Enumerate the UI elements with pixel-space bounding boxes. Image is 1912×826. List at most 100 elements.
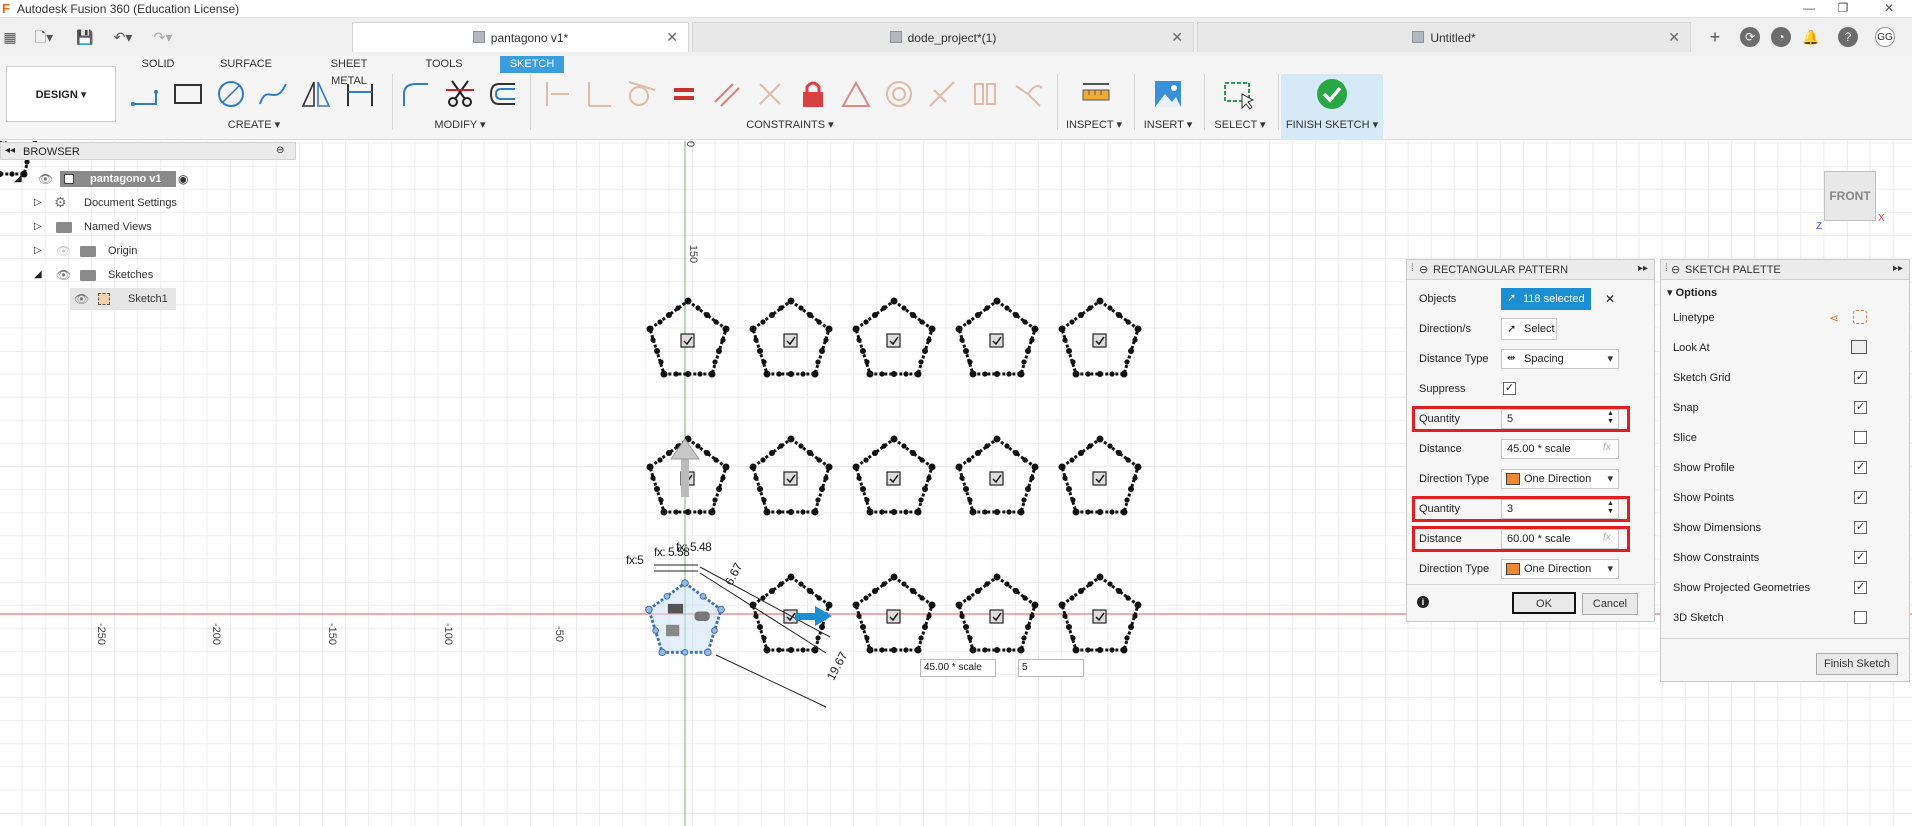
- show-projected-geometries-checkbox[interactable]: ✓: [1854, 581, 1867, 594]
- parallel-icon[interactable]: [711, 78, 743, 110]
- select-group-label[interactable]: SELECT ▾: [1210, 118, 1270, 131]
- quantity2-stepper[interactable]: ▲ ▼: [1607, 500, 1614, 516]
- expanded-triangle-icon[interactable]: ◢: [34, 269, 42, 280]
- midpoint-icon[interactable]: [840, 78, 872, 110]
- visibility-eye-icon[interactable]: 👁: [38, 172, 53, 186]
- tangent-icon[interactable]: [625, 78, 657, 110]
- coincident-constraint-icon[interactable]: [541, 78, 573, 110]
- dialog-header[interactable]: ⁞ ⊖ RECTANGULAR PATTERN ▸▸: [1407, 260, 1654, 280]
- help-icon[interactable]: ?: [1838, 27, 1858, 47]
- measure-ruler-icon[interactable]: [1080, 78, 1112, 110]
- doc-tab-1[interactable]: dode_project*(1) ✕: [692, 22, 1194, 52]
- extensions-icon[interactable]: ⟳: [1740, 27, 1760, 47]
- curvature-icon[interactable]: [1012, 78, 1044, 110]
- design-workspace-button[interactable]: DESIGN ▾: [6, 66, 116, 122]
- collapsed-triangle-icon[interactable]: ▷: [34, 245, 42, 256]
- close-window-button[interactable]: ✕: [1866, 0, 1912, 18]
- tab-surface[interactable]: SURFACE: [218, 56, 274, 73]
- inspect-group-label[interactable]: INSPECT ▾: [1064, 118, 1124, 131]
- close-tab-icon[interactable]: ✕: [1171, 29, 1183, 46]
- browser-item[interactable]: ◢ 👁 Sketches: [0, 264, 296, 286]
- modify-group-label[interactable]: MODIFY ▾: [430, 118, 490, 131]
- distance-type-dropdown[interactable]: Spacing: [1501, 349, 1619, 369]
- expand-icon[interactable]: ▸▸: [1893, 263, 1903, 274]
- visibility-eye-icon[interactable]: 👁: [74, 292, 89, 306]
- distance2-input[interactable]: 60.00 * scale: [1501, 529, 1619, 549]
- redo-icon[interactable]: ↷▾: [148, 28, 178, 46]
- inline-quantity-input[interactable]: 5: [1018, 659, 1084, 677]
- doc-tab-2[interactable]: Untitled* ✕: [1197, 22, 1691, 52]
- suppress-checkbox[interactable]: ✓: [1503, 382, 1516, 395]
- file-menu-icon[interactable]: 🗋▾: [30, 28, 58, 46]
- user-avatar[interactable]: GG: [1875, 27, 1895, 47]
- info-icon[interactable]: i: [1417, 596, 1429, 608]
- browser-root-item[interactable]: ◢ 👁 pantagono v1 ◉: [0, 168, 296, 190]
- activate-radio-icon[interactable]: ◉: [178, 172, 188, 186]
- fillet-icon[interactable]: [400, 78, 432, 110]
- tab-sheet-metal[interactable]: SHEET METAL: [312, 56, 386, 87]
- notifications-bell-icon[interactable]: 🔔: [1802, 28, 1820, 46]
- show-points-checkbox[interactable]: ✓: [1854, 491, 1867, 504]
- options-section-header[interactable]: ▾ Options: [1667, 286, 1717, 299]
- tab-tools[interactable]: TOOLS: [424, 56, 464, 73]
- expanded-triangle-icon[interactable]: ◢: [14, 173, 22, 184]
- circle-icon[interactable]: [215, 78, 247, 110]
- job-status-icon[interactable]: ◔: [1771, 27, 1791, 47]
- tab-solid[interactable]: SOLID: [140, 56, 176, 73]
- collapse-icon[interactable]: ⊖: [1419, 263, 1428, 276]
- inline-distance-input[interactable]: 45.00 * scale: [920, 659, 996, 677]
- insert-group-label[interactable]: INSERT ▾: [1140, 118, 1196, 131]
- maximize-button[interactable]: ❐: [1820, 0, 1866, 18]
- browser-item-sketch1[interactable]: 👁 Sketch1: [70, 288, 176, 310]
- ok-button[interactable]: OK: [1512, 592, 1576, 614]
- collapsed-triangle-icon[interactable]: ▷: [34, 197, 42, 208]
- select-window-icon[interactable]: [1222, 78, 1254, 110]
- new-tab-plus-icon[interactable]: +: [1706, 28, 1724, 46]
- concentric-icon[interactable]: [883, 78, 915, 110]
- browser-item[interactable]: ▷ 👁 Origin: [0, 240, 296, 262]
- symmetry-icon[interactable]: [926, 78, 958, 110]
- visibility-eye-icon[interactable]: 👁: [56, 268, 71, 282]
- distance1-input[interactable]: 45.00 * scale: [1501, 439, 1619, 459]
- show-constraints-checkbox[interactable]: ✓: [1854, 551, 1867, 564]
- 3d-sketch-checkbox[interactable]: [1854, 611, 1867, 624]
- app-grid-icon[interactable]: ▦: [2, 28, 18, 46]
- horizontal-vertical-icon[interactable]: [969, 78, 1001, 110]
- undo-icon[interactable]: ↶▾: [108, 28, 138, 46]
- mirror-icon[interactable]: [300, 78, 332, 110]
- collinear-icon[interactable]: [754, 78, 786, 110]
- centerline-linetype-icon[interactable]: [1853, 310, 1867, 324]
- finish-sketch-check-icon[interactable]: [1316, 78, 1348, 110]
- slice-checkbox[interactable]: [1854, 431, 1867, 444]
- equal-icon[interactable]: [668, 78, 700, 110]
- spline-icon[interactable]: [257, 78, 289, 110]
- trim-icon[interactable]: [444, 78, 476, 110]
- browser-item[interactable]: ▷ Named Views: [0, 216, 296, 238]
- clear-selection-icon[interactable]: ✕: [1605, 292, 1615, 306]
- line-icon[interactable]: [130, 78, 162, 110]
- viewcube[interactable]: FRONT: [1824, 171, 1876, 221]
- drag-handle-icon[interactable]: ⁞: [1411, 263, 1414, 274]
- collapsed-triangle-icon[interactable]: ▷: [34, 221, 42, 232]
- dimension-icon[interactable]: [344, 78, 376, 110]
- fx-icon[interactable]: fx: [1603, 532, 1611, 543]
- insert-image-icon[interactable]: [1152, 78, 1184, 110]
- finish-sketch-button[interactable]: Finish Sketch: [1816, 653, 1898, 675]
- finish-sketch-group-label[interactable]: FINISH SKETCH ▾: [1284, 118, 1380, 131]
- save-icon[interactable]: 💾: [76, 28, 94, 46]
- offset-icon[interactable]: [487, 78, 519, 110]
- constraints-group-label[interactable]: CONSTRAINTS ▾: [740, 118, 840, 131]
- snap-checkbox[interactable]: ✓: [1854, 401, 1867, 414]
- construction-linetype-icon[interactable]: ⋖: [1829, 311, 1839, 325]
- quantity2-input[interactable]: 3: [1501, 499, 1619, 519]
- quantity1-input[interactable]: 5: [1501, 409, 1619, 429]
- close-tab-icon[interactable]: ✕: [666, 29, 678, 46]
- dimension-text[interactable]: fx:5: [626, 553, 644, 567]
- panel-options-icon[interactable]: ⊖: [276, 145, 284, 156]
- show-profile-checkbox[interactable]: ✓: [1854, 461, 1867, 474]
- browser-root-label[interactable]: pantagono v1: [60, 171, 176, 187]
- expand-icon[interactable]: ▸▸: [1638, 263, 1648, 274]
- fx-icon[interactable]: fx: [1603, 442, 1611, 453]
- fix-lock-icon[interactable]: [797, 78, 829, 110]
- palette-header[interactable]: ⁞ ⊖ SKETCH PALETTE ▸▸: [1661, 260, 1909, 280]
